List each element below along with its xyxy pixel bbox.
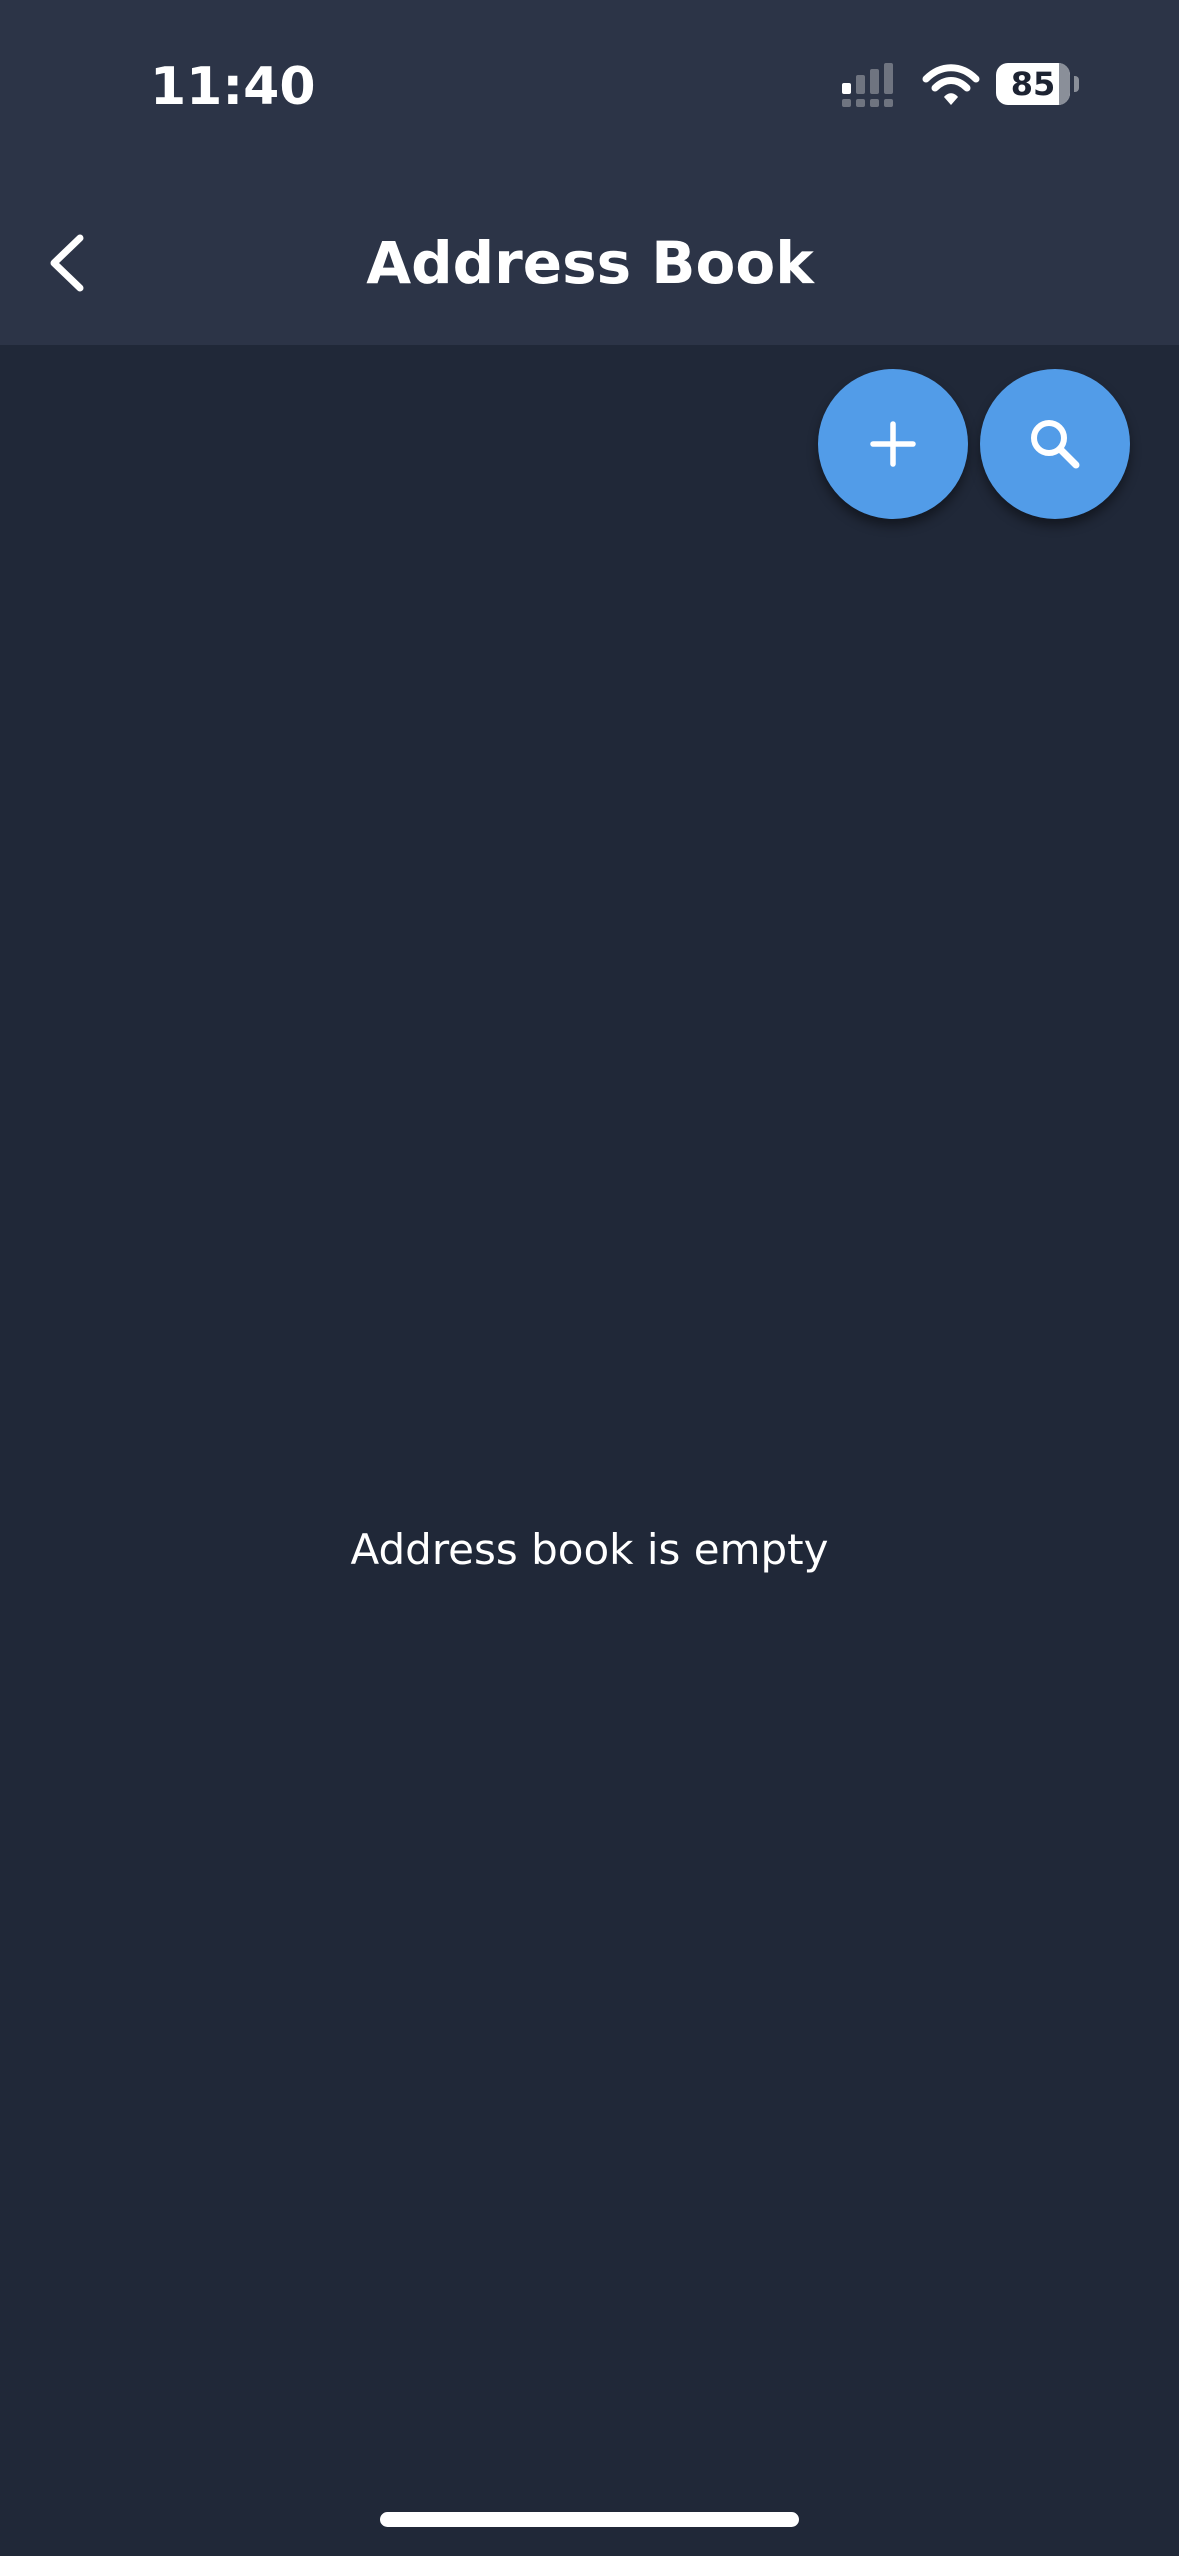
- battery-level: 85: [1010, 65, 1056, 103]
- back-button[interactable]: [28, 218, 106, 308]
- cellular-signal-icon: [842, 63, 893, 107]
- plus-icon: [870, 421, 916, 467]
- add-contact-button[interactable]: [818, 369, 968, 519]
- battery-tip: [1074, 76, 1079, 92]
- wifi-icon: [922, 64, 980, 105]
- search-icon: [1031, 420, 1080, 469]
- home-indicator: [380, 2512, 799, 2527]
- page-title: Address Book: [366, 229, 814, 297]
- address-book-screen: 11:40 85 Address Book Address book is em…: [0, 0, 1179, 2556]
- status-icons: 85: [840, 55, 1090, 115]
- status-time: 11:40: [150, 57, 316, 117]
- empty-state-message: Address book is empty: [350, 1525, 829, 1574]
- battery-body: 85: [996, 63, 1070, 105]
- chevron-left-icon: [50, 234, 84, 292]
- search-button[interactable]: [980, 369, 1130, 519]
- top-bar: 11:40 85 Address Book: [0, 0, 1179, 345]
- battery-icon: 85: [996, 63, 1080, 109]
